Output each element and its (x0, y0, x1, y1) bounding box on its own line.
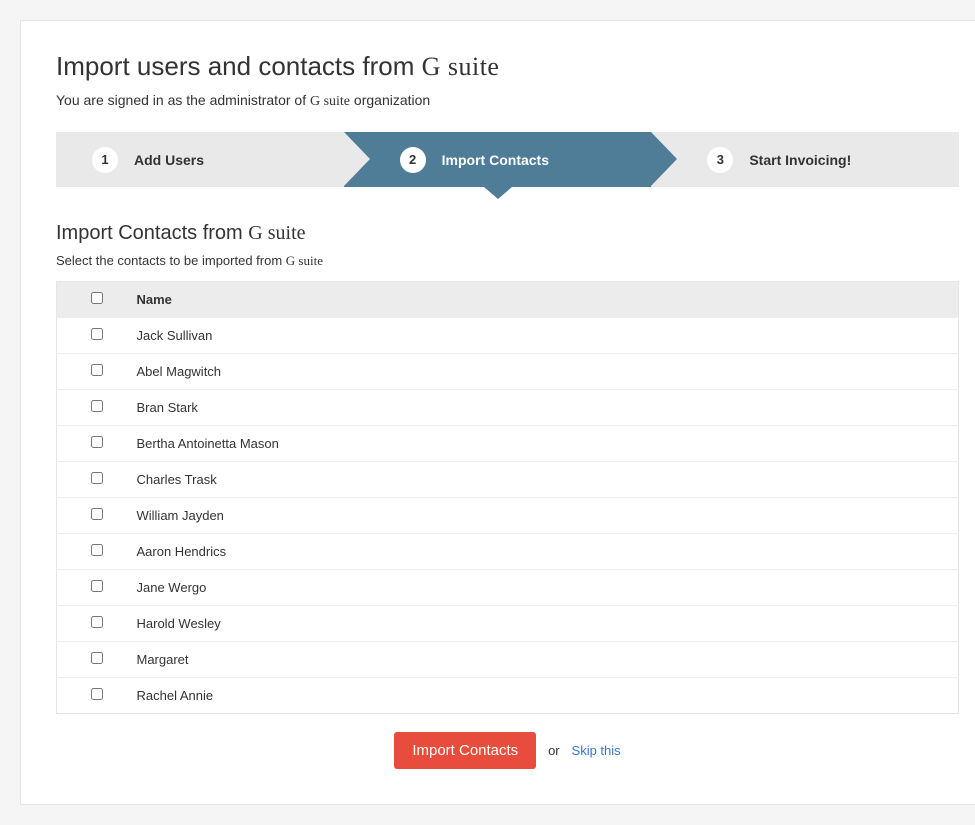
page-title: Import users and contacts from G suite (56, 51, 959, 82)
step-number: 3 (707, 147, 733, 173)
step-number: 2 (400, 147, 426, 173)
table-row: Margaret (57, 642, 959, 678)
table-row: Charles Trask (57, 462, 959, 498)
step-label: Start Invoicing! (749, 152, 851, 168)
row-checkbox[interactable] (91, 328, 103, 340)
section-title-text: Import Contacts from (56, 222, 248, 244)
contact-name: Jane Wergo (137, 570, 959, 606)
contact-name: Jack Sullivan (137, 318, 959, 354)
row-checkbox[interactable] (91, 616, 103, 628)
row-checkbox[interactable] (91, 472, 103, 484)
brand-label: G suite (310, 94, 350, 109)
contact-name: Harold Wesley (137, 606, 959, 642)
section-title: Import Contacts from G suite (56, 222, 959, 245)
contact-name: Charles Trask (137, 462, 959, 498)
row-checkbox[interactable] (91, 400, 103, 412)
table-row: Jane Wergo (57, 570, 959, 606)
select-all-checkbox[interactable] (91, 292, 103, 304)
section-subtitle-text: Select the contacts to be imported from (56, 253, 286, 268)
page-title-text: Import users and contacts from (56, 51, 422, 81)
signed-in-text: You are signed in as the administrator o… (56, 92, 959, 110)
row-checkbox-cell (57, 570, 137, 606)
select-all-cell (57, 282, 137, 318)
brand-label: G suite (422, 52, 500, 81)
row-checkbox[interactable] (91, 652, 103, 664)
row-checkbox-cell (57, 498, 137, 534)
table-row: Bertha Antoinetta Mason (57, 426, 959, 462)
row-checkbox-cell (57, 318, 137, 354)
table-row: Rachel Annie (57, 678, 959, 714)
step-add-users[interactable]: 1 Add Users (56, 132, 344, 187)
row-checkbox[interactable] (91, 364, 103, 376)
brand-label: G suite (286, 253, 323, 268)
section-subtitle: Select the contacts to be imported from … (56, 253, 959, 269)
contact-name: Bertha Antoinetta Mason (137, 426, 959, 462)
table-row: Harold Wesley (57, 606, 959, 642)
step-start-invoicing[interactable]: 3 Start Invoicing! (651, 132, 959, 187)
row-checkbox-cell (57, 606, 137, 642)
contact-name: Rachel Annie (137, 678, 959, 714)
contact-name: Margaret (137, 642, 959, 678)
row-checkbox-cell (57, 462, 137, 498)
step-label: Import Contacts (442, 152, 549, 168)
contact-name: Abel Magwitch (137, 354, 959, 390)
table-row: Abel Magwitch (57, 354, 959, 390)
or-text: or (548, 743, 560, 758)
step-import-contacts[interactable]: 2 Import Contacts (344, 132, 652, 187)
row-checkbox-cell (57, 534, 137, 570)
contact-name: Bran Stark (137, 390, 959, 426)
table-row: Bran Stark (57, 390, 959, 426)
row-checkbox-cell (57, 426, 137, 462)
row-checkbox[interactable] (91, 508, 103, 520)
contact-name: William Jayden (137, 498, 959, 534)
step-number: 1 (92, 147, 118, 173)
row-checkbox-cell (57, 390, 137, 426)
signed-in-prefix: You are signed in as the administrator o… (56, 92, 310, 108)
row-checkbox-cell (57, 642, 137, 678)
column-header-name: Name (137, 282, 959, 318)
row-checkbox[interactable] (91, 544, 103, 556)
step-indicator: 1 Add Users 2 Import Contacts 3 Start In… (56, 132, 959, 187)
page-container: Import users and contacts from G suite Y… (20, 20, 975, 805)
contact-name: Aaron Hendrics (137, 534, 959, 570)
signed-in-suffix: organization (350, 92, 430, 108)
brand-label: G suite (248, 222, 305, 244)
row-checkbox[interactable] (91, 436, 103, 448)
table-row: Aaron Hendrics (57, 534, 959, 570)
row-checkbox-cell (57, 678, 137, 714)
action-bar: Import Contacts or Skip this (56, 732, 959, 769)
row-checkbox-cell (57, 354, 137, 390)
contacts-table: Name Jack SullivanAbel MagwitchBran Star… (56, 281, 959, 714)
import-contacts-button[interactable]: Import Contacts (394, 732, 536, 769)
table-row: Jack Sullivan (57, 318, 959, 354)
row-checkbox[interactable] (91, 688, 103, 700)
table-header-row: Name (57, 282, 959, 318)
table-row: William Jayden (57, 498, 959, 534)
row-checkbox[interactable] (91, 580, 103, 592)
step-label: Add Users (134, 152, 204, 168)
skip-link[interactable]: Skip this (572, 743, 621, 758)
